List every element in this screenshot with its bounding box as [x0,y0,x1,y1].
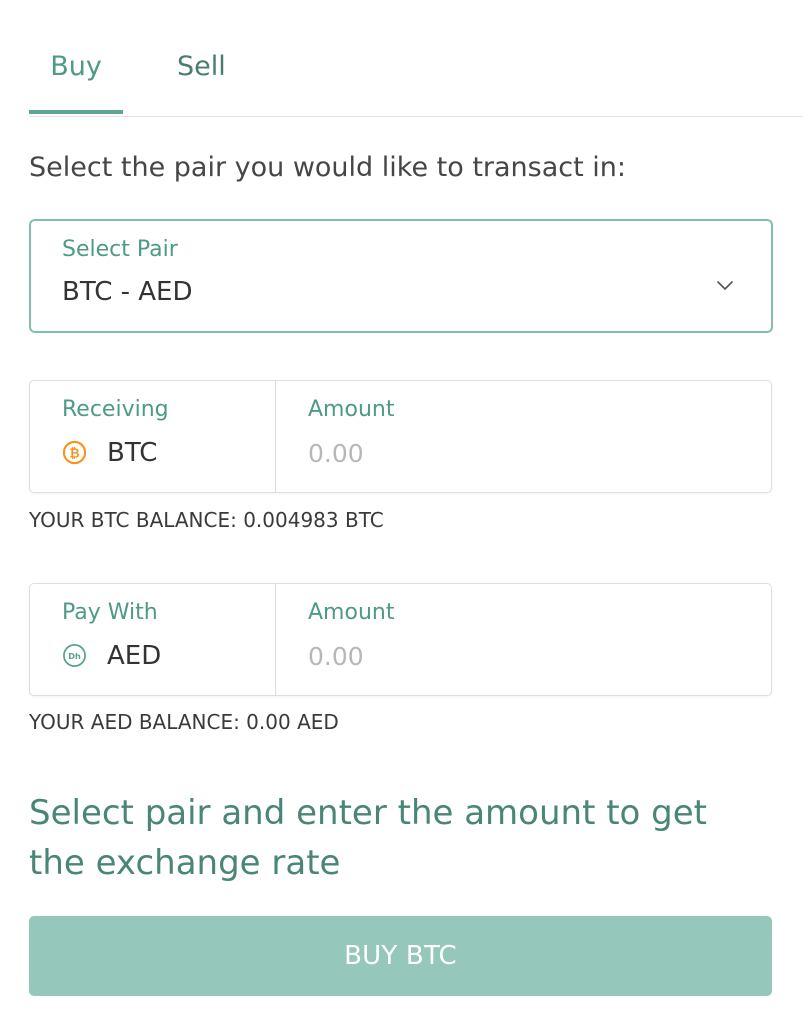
buy-btc-button[interactable]: BUY BTC [29,916,772,996]
pair-select-dropdown[interactable]: Select Pair BTC - AED [29,219,773,333]
pair-select-label: Select Pair [62,237,178,262]
svg-text:Dh: Dh [68,651,81,661]
tab-buy[interactable]: Buy [29,50,123,84]
pay-with-currency[interactable]: Pay With Dh AED [30,584,276,695]
receiving-amount: Amount [276,381,771,492]
tab-sell[interactable]: Sell [177,50,226,84]
pair-instruction-text: Select the pair you would like to transa… [29,152,627,183]
pay-with-label: Pay With [62,600,158,625]
aed-balance: YOUR AED BALANCE: 0.00 AED [29,710,339,734]
active-tab-indicator [29,110,123,114]
btc-balance: YOUR BTC BALANCE: 0.004983 BTC [29,508,384,532]
transaction-tabs: Buy Sell [29,0,803,117]
exchange-rate-message: Select pair and enter the amount to get … [29,793,707,883]
receiving-amount-input[interactable] [308,435,728,471]
receiving-amount-label: Amount [308,397,395,422]
chevron-down-icon [717,281,733,290]
pay-with-amount-input[interactable] [308,638,728,674]
receiving-label: Receiving [62,397,169,422]
pay-with-row: Pay With Dh AED Amount [29,583,772,696]
receiving-currency[interactable]: Receiving ₿ BTC [30,381,276,492]
dirham-icon: Dh [63,644,86,667]
pay-with-currency-code: AED [107,641,162,671]
pay-with-amount: Amount [276,584,771,695]
pay-with-amount-label: Amount [308,600,395,625]
pair-select-value: BTC - AED [62,277,193,307]
receiving-row: Receiving ₿ BTC Amount [29,380,772,493]
receiving-currency-code: BTC [107,438,158,468]
bitcoin-icon: ₿ [62,440,87,465]
svg-text:₿: ₿ [69,445,79,460]
